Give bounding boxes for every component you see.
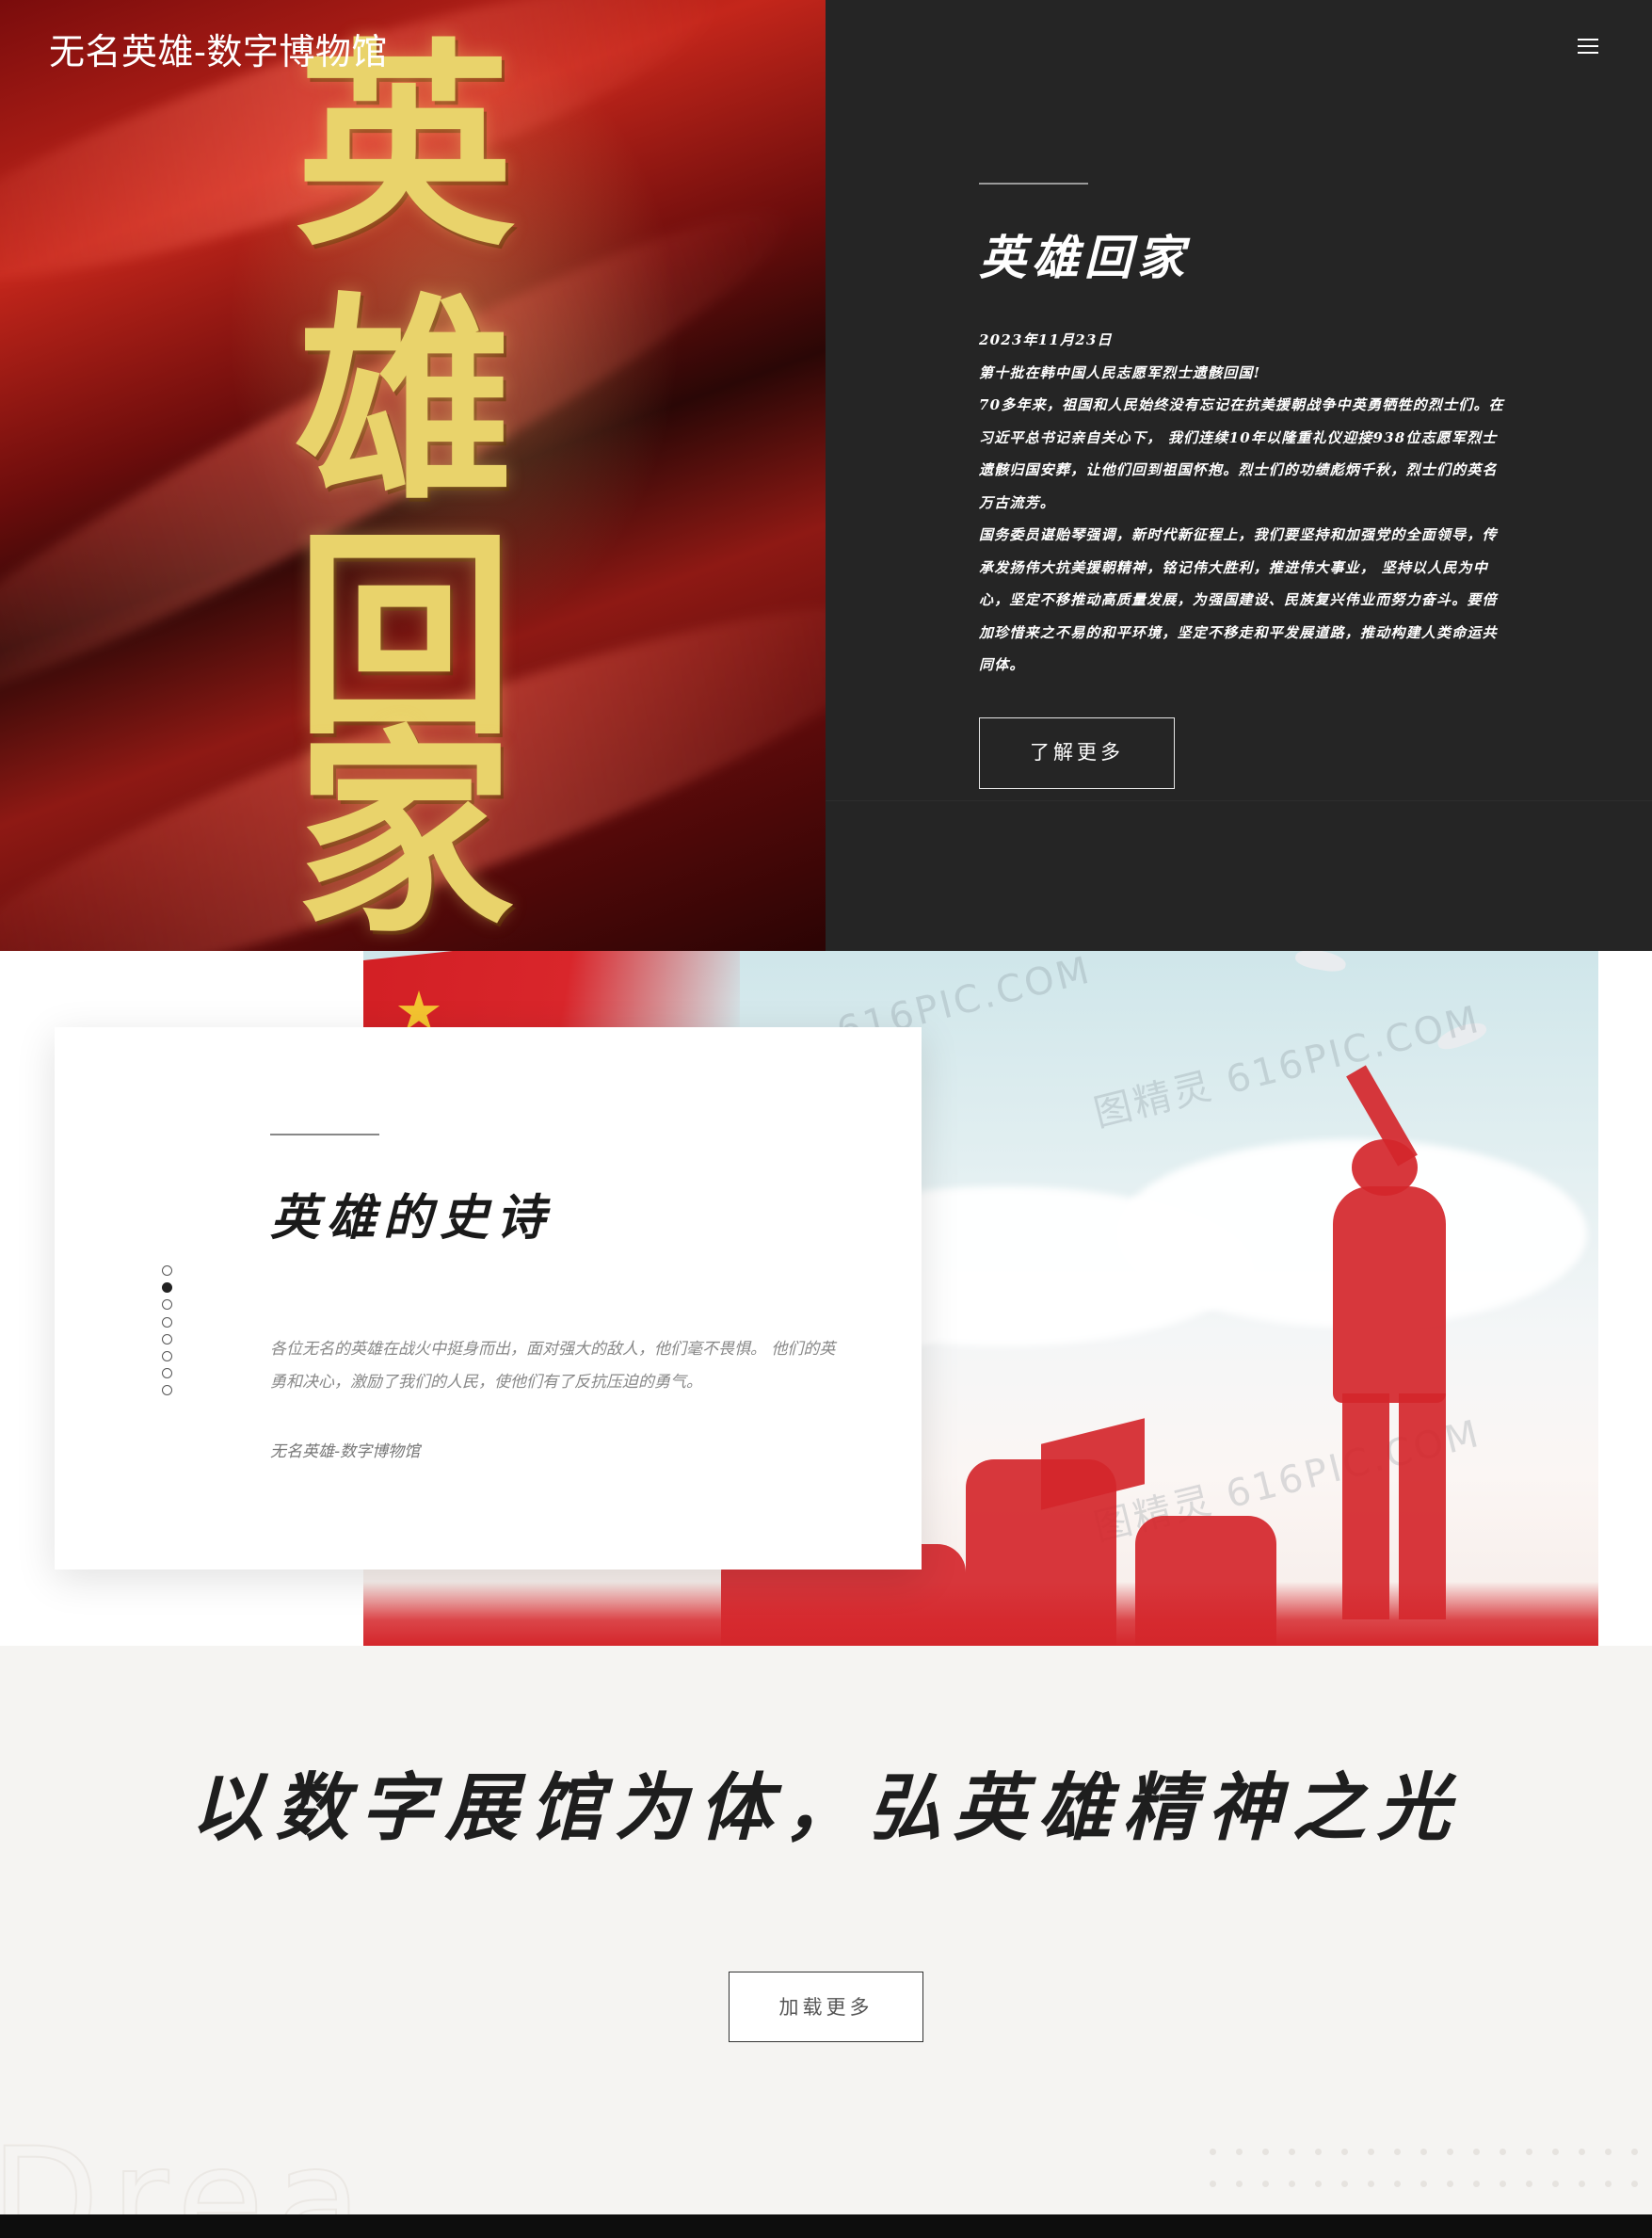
slogan-heading: 以数字展馆为体，弘英雄精神之光	[190, 1765, 1462, 1851]
hero-date: 2023年11月23日	[979, 331, 1113, 348]
slide-dot-5[interactable]	[162, 1333, 172, 1344]
epic-card: 英雄的史诗 各位无名的英雄在战火中挺身而出，面对强大的敌人，他们毫不畏惧。 他们…	[55, 1027, 922, 1570]
footer-bar	[0, 2214, 1652, 2238]
hero-copy: 英雄回家 2023年11月23日 第十批在韩中国人民志愿军烈士遗骸回国! 70多…	[979, 183, 1506, 789]
hero-paragraph: 70多年来，祖国和人民始终没有忘记在抗美援朝战争中英勇牺牲的烈士们。在习近平总书…	[979, 396, 1504, 511]
hero-section: 英 雄 回 家 无名英雄-数字博物馆 英雄回家 2023年11月23日 第十批在…	[0, 0, 1652, 951]
hero-body: 2023年11月23日 第十批在韩中国人民志愿军烈士遗骸回国! 70多年来，祖国…	[979, 324, 1506, 682]
hero-paragraph: 第十批在韩中国人民志愿军烈士遗骸回国!	[979, 363, 1261, 381]
poster-char-2: 雄	[295, 272, 514, 529]
slide-dot-4[interactable]	[162, 1316, 172, 1328]
hero-paragraph: 国务委员谌贻琴强调，新时代新征程上，我们要坚持和加强党的全面领导，传承发扬伟大抗…	[979, 526, 1498, 673]
ground-grass	[363, 1582, 1598, 1646]
epic-signature: 无名英雄-数字博物馆	[270, 1442, 421, 1461]
learn-more-button[interactable]: 了解更多	[979, 716, 1175, 789]
decorative-dot-grid	[1208, 2143, 1652, 2199]
epic-body: 各位无名的英雄在战火中挺身而出，面对强大的敌人，他们毫不畏惧。 他们的英勇和决心…	[270, 1340, 836, 1392]
watermark: 图精灵 616PIC.COM	[1089, 997, 1485, 1136]
epic-heading: 英雄的史诗	[270, 1189, 553, 1247]
dove-icon	[1293, 951, 1348, 974]
hero-poster-image: 英 雄 回 家	[0, 0, 826, 951]
slide-dot-3[interactable]	[162, 1299, 172, 1311]
heading-rule	[270, 1134, 379, 1135]
slide-dot-6[interactable]	[162, 1350, 172, 1361]
slide-dot-8[interactable]	[162, 1385, 172, 1396]
heading-rule	[979, 183, 1088, 185]
hamburger-menu-icon[interactable]	[1578, 36, 1602, 55]
slide-dot-7[interactable]	[162, 1368, 172, 1379]
poster-char-4: 家	[295, 705, 514, 951]
slide-dot-1[interactable]	[162, 1265, 172, 1276]
load-more-button[interactable]: 加载更多	[729, 1972, 923, 2042]
divider	[826, 800, 1652, 801]
site-title[interactable]: 无名英雄-数字博物馆	[49, 23, 388, 74]
slide-pagination	[162, 1265, 175, 1403]
slide-dot-2[interactable]	[162, 1282, 172, 1294]
hero-heading: 英雄回家	[979, 230, 1190, 285]
trumpeter-silhouette	[1333, 1186, 1446, 1403]
